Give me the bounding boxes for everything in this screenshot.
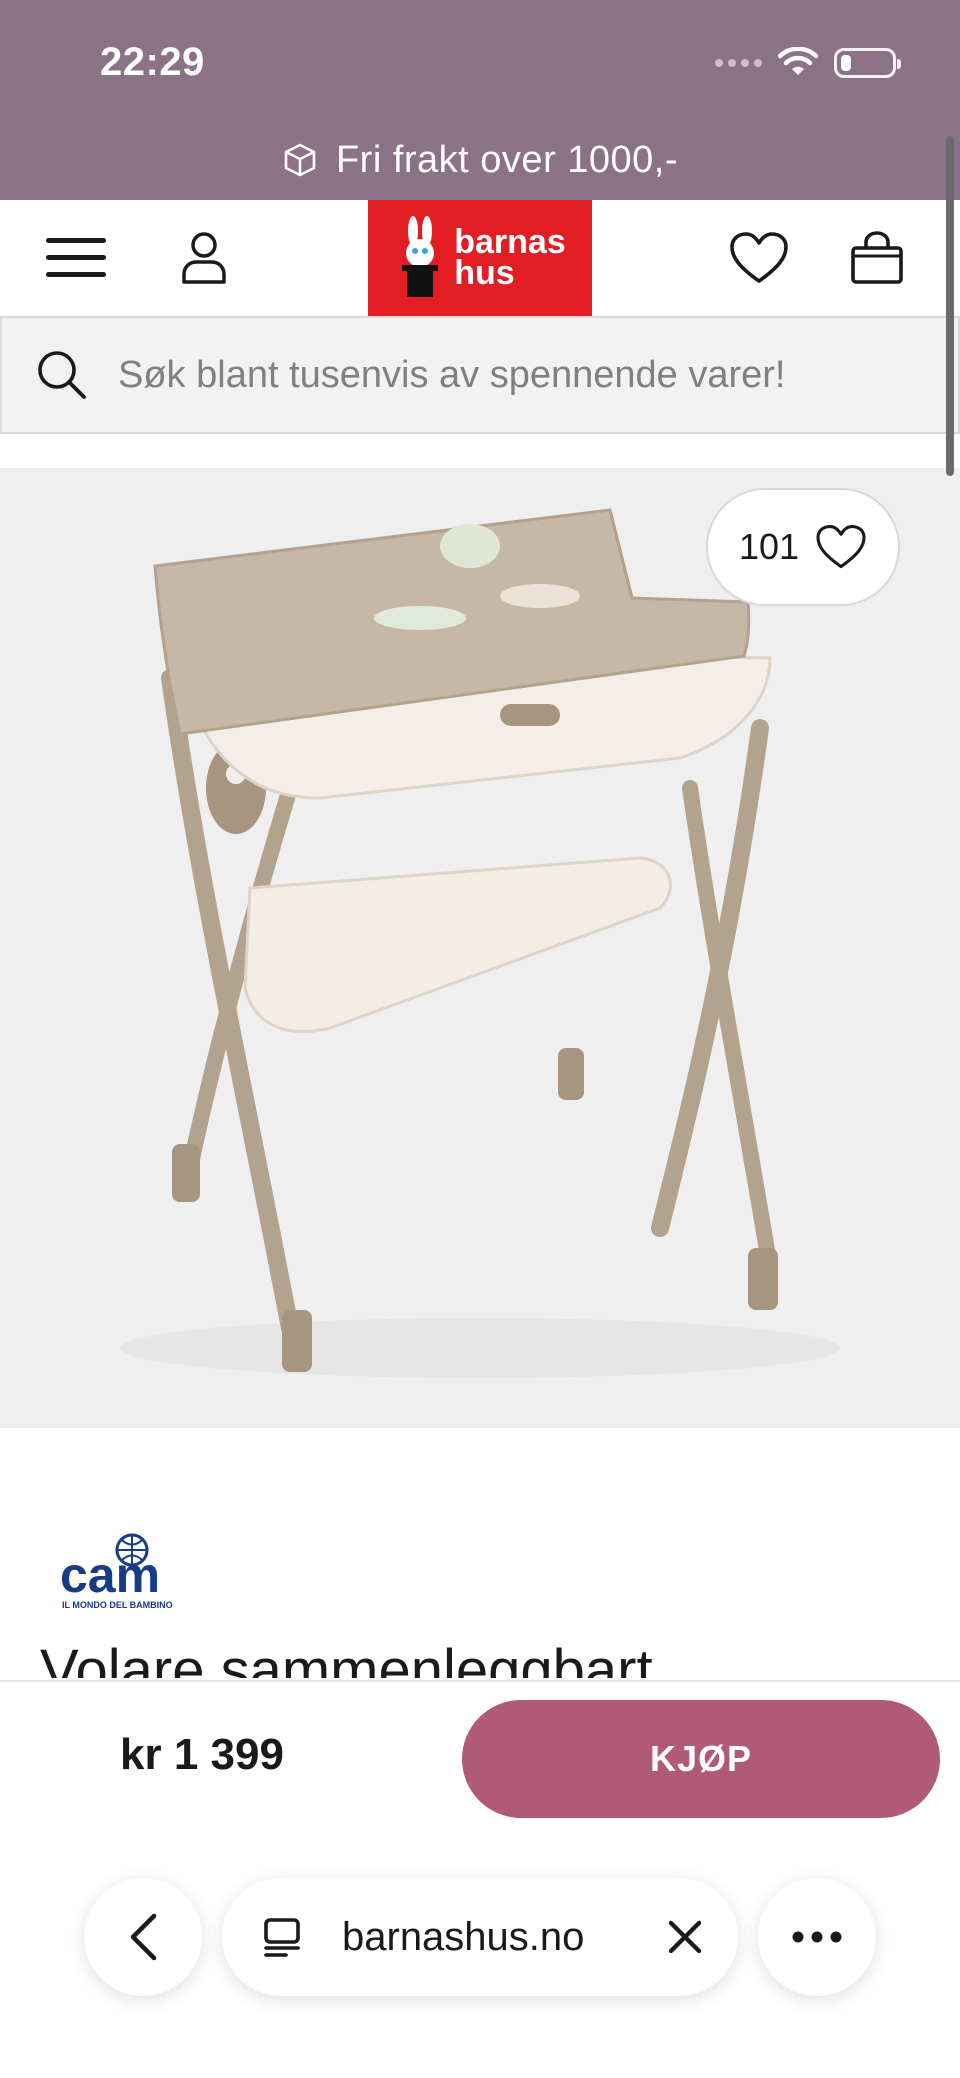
chevron-left-icon — [130, 1913, 157, 1961]
brand-tagline: IL MONDO DEL BAMBINO — [62, 1600, 173, 1610]
favorite-count: 101 — [738, 526, 800, 567]
status-icons — [715, 46, 901, 80]
favorite-count-button[interactable]: 101 — [706, 488, 900, 606]
battery-icon — [834, 48, 901, 78]
scrollbar[interactable] — [946, 136, 954, 476]
product-image[interactable] — [0, 468, 960, 1428]
status-time: 22:29 — [100, 40, 205, 84]
product-price: kr 1 399 — [120, 1730, 284, 1779]
account-button[interactable] — [170, 200, 238, 316]
shopping-bag-icon — [851, 231, 903, 284]
back-button[interactable] — [84, 1878, 202, 1996]
logo-wordmark: barnas hus — [454, 225, 566, 292]
search-icon — [38, 351, 86, 399]
heart-outline-icon — [816, 525, 866, 569]
breadcrumb — [0, 434, 960, 468]
logo-line-2: hus — [454, 254, 515, 292]
rabbit-hat-logo-icon — [402, 216, 439, 297]
url-text: barnashus.no — [342, 1914, 585, 1959]
package-icon — [284, 143, 316, 177]
brand-wordmark: cam — [60, 1547, 160, 1603]
cart-button[interactable] — [842, 200, 912, 316]
buy-button[interactable]: KJØP — [462, 1700, 940, 1818]
menu-icon — [46, 238, 106, 277]
wishlist-button[interactable] — [724, 200, 794, 316]
page-tabs-icon — [264, 1918, 300, 1957]
site-logo[interactable]: barnas hus — [368, 200, 592, 316]
close-icon[interactable] — [666, 1918, 704, 1956]
more-dots-icon — [792, 1931, 842, 1943]
heart-icon — [730, 232, 788, 283]
changing-table-illustration — [120, 508, 840, 1378]
brand-logo[interactable]: cam IL MONDO DEL BAMBINO — [60, 1532, 178, 1612]
promo-banner: Fri frakt over 1000,- — [0, 130, 960, 190]
search-input[interactable] — [118, 353, 918, 397]
menu-button[interactable] — [40, 200, 112, 316]
promo-text: Fri frakt over 1000,- — [335, 138, 679, 181]
more-options-button[interactable] — [758, 1878, 876, 1996]
account-icon — [182, 232, 226, 284]
signal-dots-icon — [715, 59, 762, 67]
product-title: Volare sammenleggbart — [40, 1638, 653, 1678]
address-bar[interactable]: barnashus.no — [222, 1878, 738, 1996]
search-bar[interactable] — [0, 316, 960, 434]
wifi-icon — [778, 47, 818, 75]
